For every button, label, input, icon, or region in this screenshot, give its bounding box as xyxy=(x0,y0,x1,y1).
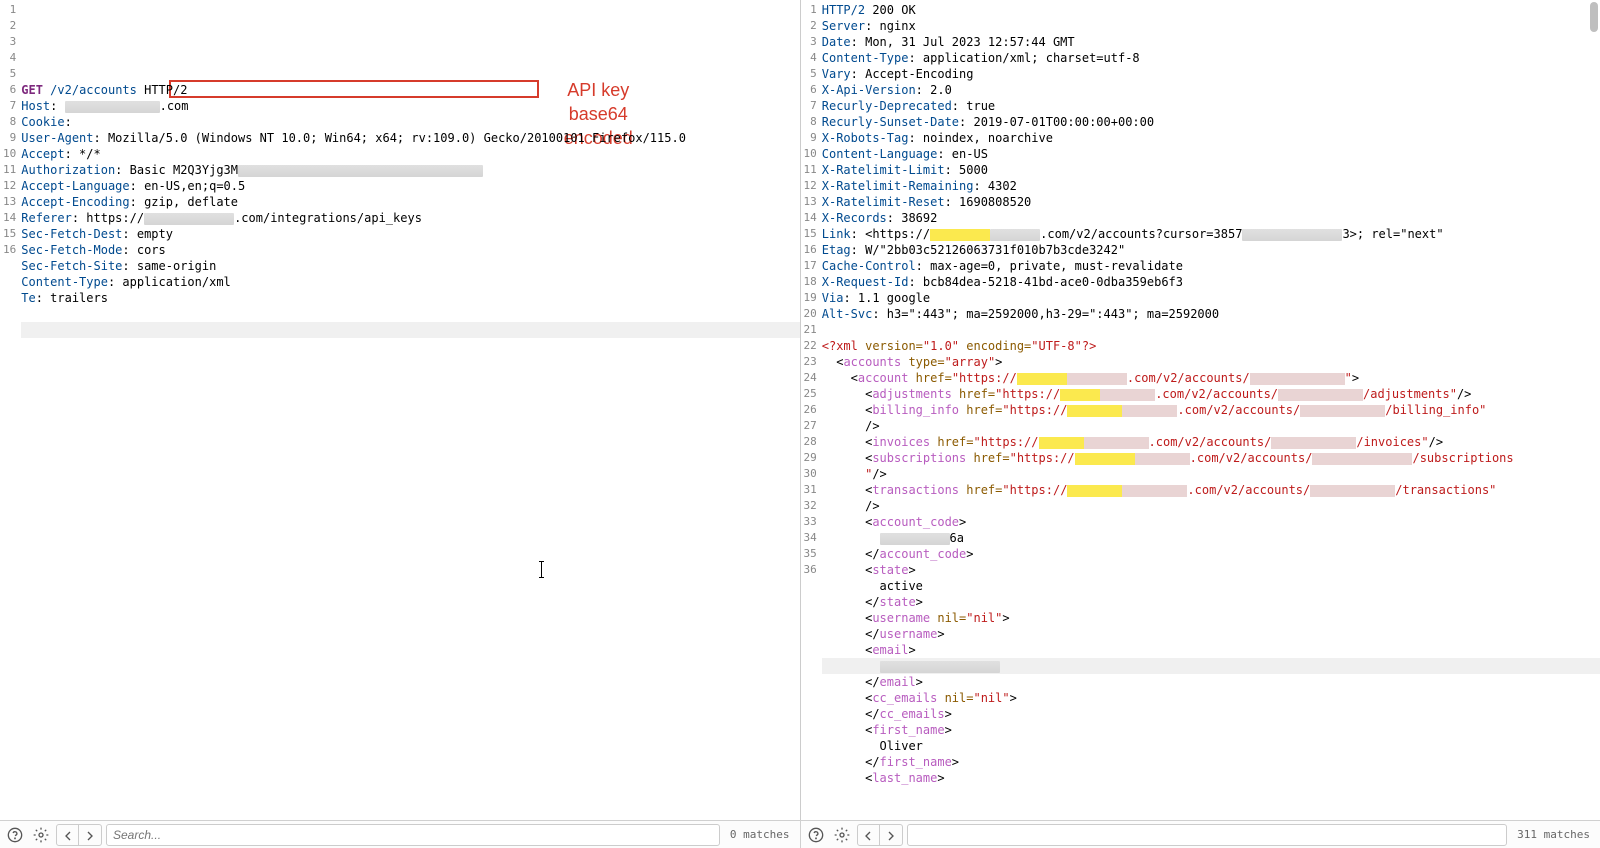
code-line[interactable]: </email> xyxy=(822,674,1600,690)
response-panel: 1234567891011121314151617181920212223242… xyxy=(801,0,1600,820)
code-line[interactable] xyxy=(822,322,1600,338)
code-line[interactable]: <subscriptions href="https:// .com/v2/ac… xyxy=(822,450,1600,466)
code-line[interactable]: 6a xyxy=(822,530,1600,546)
code-line[interactable]: <invoices href="https:// .com/v2/account… xyxy=(822,434,1600,450)
code-line[interactable]: Accept-Language: en-US,en;q=0.5 xyxy=(21,178,799,194)
code-line[interactable]: <first_name> xyxy=(822,722,1600,738)
code-line[interactable]: Te: trailers xyxy=(21,290,799,306)
code-line[interactable]: Sec-Fetch-Site: same-origin xyxy=(21,258,799,274)
code-line[interactable]: Cache-Control: max-age=0, private, must-… xyxy=(822,258,1600,274)
code-line[interactable]: </first_name> xyxy=(822,754,1600,770)
response-footer: 311 matches xyxy=(801,821,1600,848)
code-line[interactable]: </account_code> xyxy=(822,546,1600,562)
code-line[interactable]: Cookie: xyxy=(21,114,799,130)
code-line[interactable]: <billing_info href="https:// .com/v2/acc… xyxy=(822,402,1600,418)
help-icon[interactable] xyxy=(4,824,26,846)
code-line[interactable]: X-Ratelimit-Limit: 5000 xyxy=(822,162,1600,178)
code-line[interactable]: Recurly-Sunset-Date: 2019-07-01T00:00:00… xyxy=(822,114,1600,130)
code-line[interactable]: <username nil="nil"> xyxy=(822,610,1600,626)
code-line[interactable] xyxy=(21,322,799,338)
code-line[interactable]: Content-Language: en-US xyxy=(822,146,1600,162)
response-editor[interactable]: 1234567891011121314151617181920212223242… xyxy=(801,0,1600,820)
code-line[interactable]: Accept: */* xyxy=(21,146,799,162)
code-line[interactable]: Referer: https:// .com/integrations/api_… xyxy=(21,210,799,226)
code-line[interactable]: Date: Mon, 31 Jul 2023 12:57:44 GMT xyxy=(822,34,1600,50)
code-line[interactable]: Sec-Fetch-Mode: cors xyxy=(21,242,799,258)
request-footer: 0 matches xyxy=(0,821,801,848)
code-line[interactable]: <cc_emails nil="nil"> xyxy=(822,690,1600,706)
code-line[interactable]: Alt-Svc: h3=":443"; ma=2592000,h3-29=":4… xyxy=(822,306,1600,322)
code-line[interactable]: <state> xyxy=(822,562,1600,578)
prev-match-icon[interactable] xyxy=(57,825,79,846)
code-line[interactable]: Content-Type: application/xml xyxy=(21,274,799,290)
response-search-input[interactable] xyxy=(907,824,1508,846)
next-match-icon[interactable] xyxy=(79,825,101,846)
code-line[interactable]: Vary: Accept-Encoding xyxy=(822,66,1600,82)
code-line[interactable]: </state> xyxy=(822,594,1600,610)
code-line[interactable]: X-Records: 38692 xyxy=(822,210,1600,226)
code-line[interactable]: <email> xyxy=(822,642,1600,658)
code-line[interactable]: X-Api-Version: 2.0 xyxy=(822,82,1600,98)
request-matches-count: 0 matches xyxy=(724,828,796,841)
code-line[interactable]: Link: <https:// .com/v2/accounts?cursor=… xyxy=(822,226,1600,242)
code-line[interactable]: <adjustments href="https:// .com/v2/acco… xyxy=(822,386,1600,402)
code-line[interactable] xyxy=(21,306,799,322)
code-line[interactable]: </username> xyxy=(822,626,1600,642)
code-line[interactable]: <accounts type="array"> xyxy=(822,354,1600,370)
code-line[interactable] xyxy=(822,658,1600,674)
gear-icon[interactable] xyxy=(30,824,52,846)
text-cursor xyxy=(541,562,542,577)
prev-match-icon[interactable] xyxy=(858,825,880,846)
code-line[interactable]: "/> xyxy=(822,466,1600,482)
code-line[interactable]: <?xml version="1.0" encoding="UTF-8"?> xyxy=(822,338,1600,354)
request-panel: 12345678910111213141516 API key base64 e… xyxy=(0,0,801,820)
code-line[interactable]: X-Request-Id: bcb84dea-5218-41bd-ace0-0d… xyxy=(822,274,1600,290)
code-line[interactable]: </cc_emails> xyxy=(822,706,1600,722)
code-line[interactable]: GET /v2/accounts HTTP/2 xyxy=(21,82,799,98)
code-line[interactable]: active xyxy=(822,578,1600,594)
code-line[interactable]: <last_name> xyxy=(822,770,1600,786)
code-line[interactable]: Recurly-Deprecated: true xyxy=(822,98,1600,114)
next-match-icon[interactable] xyxy=(880,825,902,846)
code-line[interactable]: HTTP/2 200 OK xyxy=(822,2,1600,18)
code-line[interactable]: /> xyxy=(822,418,1600,434)
code-line[interactable]: Authorization: Basic M2Q3Yjg3M xyxy=(21,162,799,178)
code-line[interactable]: Accept-Encoding: gzip, deflate xyxy=(21,194,799,210)
response-matches-count: 311 matches xyxy=(1511,828,1596,841)
code-line[interactable]: X-Ratelimit-Remaining: 4302 xyxy=(822,178,1600,194)
code-line[interactable]: /> xyxy=(822,498,1600,514)
scrollbar[interactable] xyxy=(1590,2,1598,32)
code-line[interactable]: Etag: W/"2bb03c52126063731f010b7b3cde324… xyxy=(822,242,1600,258)
gear-icon[interactable] xyxy=(831,824,853,846)
code-line[interactable]: <transactions href="https:// .com/v2/acc… xyxy=(822,482,1600,498)
code-line[interactable]: X-Robots-Tag: noindex, noarchive xyxy=(822,130,1600,146)
code-line[interactable]: Via: 1.1 google xyxy=(822,290,1600,306)
help-icon[interactable] xyxy=(805,824,827,846)
code-line[interactable]: Oliver xyxy=(822,738,1600,754)
code-line[interactable]: Sec-Fetch-Dest: empty xyxy=(21,226,799,242)
code-line[interactable]: Host: .com xyxy=(21,98,799,114)
code-line[interactable]: X-Ratelimit-Reset: 1690808520 xyxy=(822,194,1600,210)
code-line[interactable]: User-Agent: Mozilla/5.0 (Windows NT 10.0… xyxy=(21,130,799,146)
code-line[interactable]: <account_code> xyxy=(822,514,1600,530)
request-search-input[interactable] xyxy=(106,824,720,846)
code-line[interactable]: <account href="https:// .com/v2/accounts… xyxy=(822,370,1600,386)
code-line[interactable]: Server: nginx xyxy=(822,18,1600,34)
code-line[interactable]: Content-Type: application/xml; charset=u… xyxy=(822,50,1600,66)
request-editor[interactable]: 12345678910111213141516 API key base64 e… xyxy=(0,0,800,820)
